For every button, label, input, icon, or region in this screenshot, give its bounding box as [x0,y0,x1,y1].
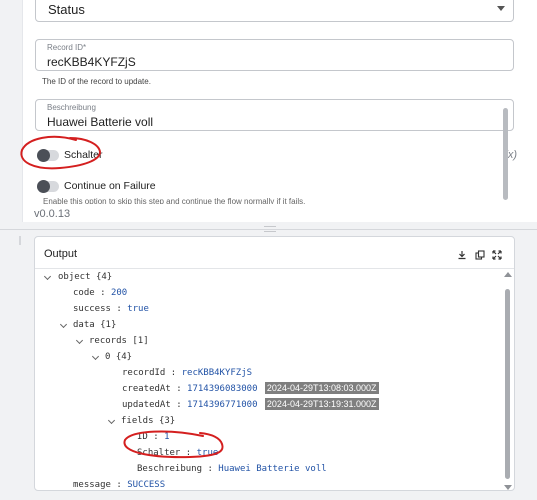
continue-on-failure-label: Continue on Failure [64,180,156,192]
toggle-knob [37,149,50,162]
step-settings-panel: Status Record ID* recKBB4KYFZjS The ID o… [22,0,537,222]
tree-node-record-0[interactable]: 0 {4} [91,350,132,364]
record-id-hint: The ID of the record to update. [42,77,151,86]
tree-row-recordid: recordId : recKBB4KYFZjS [122,368,253,378]
date-badge: 2024-04-29T13:08:03.000Z [264,382,379,394]
tree-node-data[interactable]: data {1} [59,318,116,332]
tree-row-beschreibung: Beschreibung : Huawei Batterie voll [137,464,327,474]
date-badge: 2024-04-29T13:19:31.000Z [264,398,379,410]
output-header: Output [35,237,514,269]
tree-row-id: ID : 1 [137,432,170,442]
form-scrollbar[interactable] [503,108,508,200]
beschreibung-field[interactable]: Beschreibung Huawei Batterie voll [35,99,514,131]
tree-row-schalter: Schalter : true [137,448,219,458]
chevron-down-icon[interactable] [497,6,505,11]
tree-row-createdat: createdAt : 1714396083000 2024-04-29T13:… [122,382,379,394]
tree-row-updatedat: updatedAt : 1714396771000 2024-04-29T13:… [122,398,379,410]
page: Status Record ID* recKBB4KYFZjS The ID o… [0,0,537,500]
tree-row-success: success : true [73,304,149,314]
chevron-down-icon[interactable] [43,272,52,281]
record-id-value: recKBB4KYFZjS [47,55,136,69]
chevron-down-icon[interactable] [59,320,68,329]
record-id-label: Record ID* [47,43,87,52]
resize-handle[interactable] [264,226,276,232]
output-header-actions [454,247,502,260]
chevron-down-icon[interactable] [75,336,84,345]
output-scrollbar-thumb[interactable] [505,289,510,479]
expand-icon[interactable] [492,250,502,260]
schalter-toggle[interactable] [37,149,59,162]
chevron-down-icon[interactable] [107,416,116,425]
tree-row-code: code : 200 [73,288,128,298]
continue-on-failure-toggle[interactable] [37,180,59,193]
version-label: v0.0.13 [34,208,71,220]
tree-node-object[interactable]: object {4} [43,270,112,284]
chevron-down-icon[interactable] [91,352,100,361]
tree-row-message: message : SUCCESS [73,480,166,490]
tree-node-fields[interactable]: fields {3} [107,414,175,428]
status-select-value: Status [48,2,85,17]
copy-icon[interactable] [474,250,485,260]
tree-node-records[interactable]: records [1] [75,334,149,348]
continue-on-failure-description: Enable this option to skip this step and… [43,198,306,204]
beschreibung-value: Huawei Batterie voll [47,115,154,129]
output-panel: Output object {4} code : 200 success : t [34,236,515,491]
left-edge-marker [19,236,21,245]
download-icon[interactable] [457,250,467,260]
schalter-label: Schalter [64,149,103,161]
scroll-down-arrow-icon[interactable] [504,485,512,490]
record-id-field[interactable]: Record ID* recKBB4KYFZjS [35,39,514,71]
toggle-knob [37,180,50,193]
output-json-tree: object {4} code : 200 success : true dat… [35,269,514,490]
status-select[interactable]: Status [35,0,514,22]
beschreibung-label: Beschreibung [47,103,96,112]
output-title: Output [44,248,78,260]
scroll-up-arrow-icon[interactable] [504,272,512,277]
